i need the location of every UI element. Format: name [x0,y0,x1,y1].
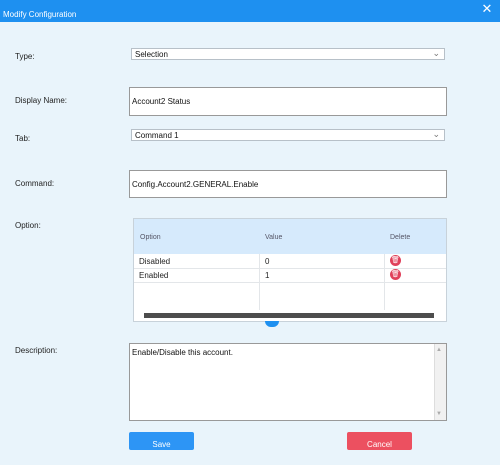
grid-header: Option Value Delete [134,219,446,254]
vertical-scrollbar[interactable]: ▲ ▼ [434,344,446,420]
close-icon[interactable]: ✕ [480,2,494,16]
command-value: Config.Account2.GENERAL.Enable [132,180,259,189]
type-select-value: Selection [135,50,168,59]
table-row[interactable]: Disabled 0 🗑 [134,254,446,269]
command-label: Command: [15,179,55,188]
display-name-value: Account2 Status [132,97,191,106]
column-header-value: Value [265,234,283,241]
horizontal-scrollbar[interactable] [144,313,434,318]
option-cell[interactable]: Enabled [139,271,168,280]
value-cell[interactable]: 0 [265,257,269,266]
command-input[interactable]: Config.Account2.GENERAL.Enable [129,170,447,198]
title-bar: Modify Configuration ✕ [0,0,500,22]
cancel-button[interactable]: Cancel [347,432,412,450]
description-value: Enable/Disable this account. [132,348,233,357]
chevron-down-icon: ⌄ [432,129,440,139]
option-label: Option: [15,221,41,230]
add-row-handle[interactable] [265,321,279,327]
type-select[interactable]: Selection ⌄ [131,48,445,60]
tab-select[interactable]: Command 1 ⌄ [131,129,445,141]
type-label: Type: [15,52,35,61]
trash-icon[interactable]: 🗑 [390,255,401,266]
scroll-up-icon[interactable]: ▲ [436,347,442,353]
description-label: Description: [15,346,58,355]
display-name-label: Display Name: [15,96,68,105]
trash-icon[interactable]: 🗑 [390,269,401,280]
column-header-delete: Delete [390,234,411,241]
chevron-down-icon: ⌄ [432,48,440,58]
option-grid: Option Value Delete Disabled 0 🗑 Enabled… [133,218,447,322]
save-button[interactable]: Save [129,432,194,450]
table-row[interactable]: Enabled 1 🗑 [134,268,446,283]
modify-configuration-dialog: Modify Configuration ✕ Type: Selection ⌄… [0,0,500,465]
column-header-option: Option [140,234,161,241]
option-cell[interactable]: Disabled [139,257,170,266]
scroll-down-icon[interactable]: ▼ [436,411,442,417]
description-textarea[interactable]: Enable/Disable this account. ▲ ▼ [129,343,447,421]
value-cell[interactable]: 1 [265,271,269,280]
display-name-input[interactable]: Account2 Status [129,87,447,116]
tab-select-value: Command 1 [135,131,179,140]
tab-label: Tab: [15,134,31,143]
dialog-title: Modify Configuration [3,10,77,19]
